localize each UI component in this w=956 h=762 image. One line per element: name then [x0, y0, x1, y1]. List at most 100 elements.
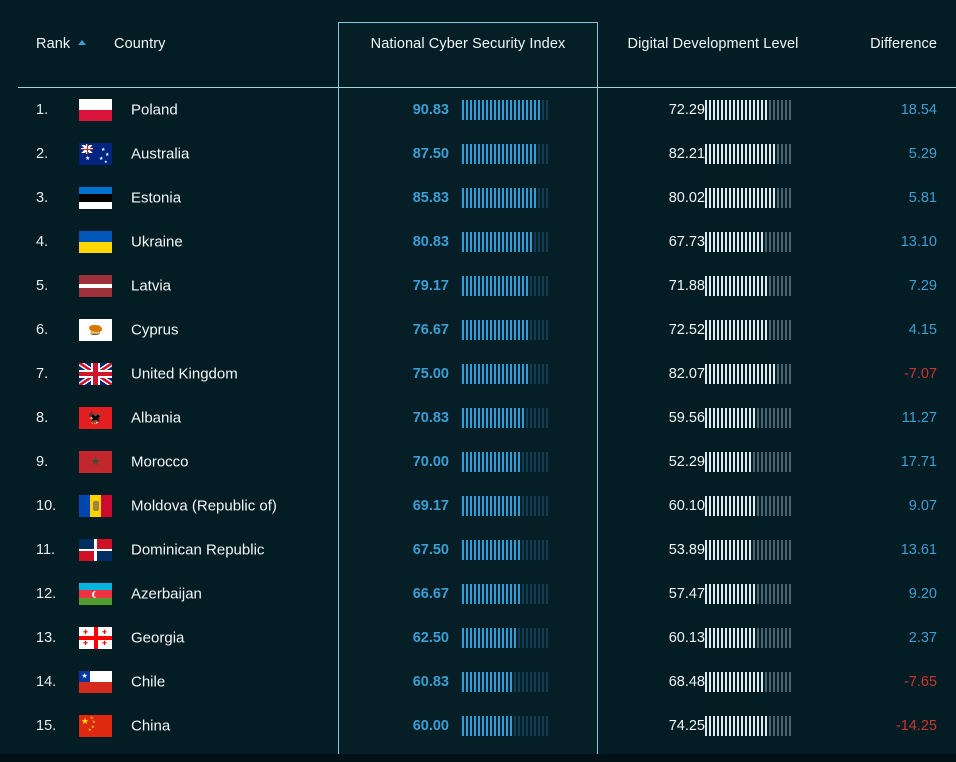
country-name[interactable]: Georgia [131, 630, 184, 647]
table-row[interactable]: 15. ★ ★ ★ ★ ★ China 60.00 74.25 -14.25 [0, 704, 956, 748]
ncsi-value: 85.83 [412, 190, 449, 206]
ddl-bar [705, 232, 791, 252]
ncsi-bar [462, 276, 548, 296]
column-header-country[interactable]: Country [114, 36, 165, 52]
flag-poland-icon [79, 99, 112, 121]
column-header-rank-label: Rank [36, 36, 71, 52]
ddl-bar [705, 716, 791, 736]
table-row[interactable]: 12. Azerbaijan 66.67 57.47 9.20 [0, 572, 956, 616]
ncsi-value: 79.17 [412, 278, 449, 294]
country-name[interactable]: Azerbaijan [131, 586, 202, 603]
ncsi-bar [462, 452, 548, 472]
table-row[interactable]: 5. Latvia 79.17 71.88 7.29 [0, 264, 956, 308]
ddl-value: 72.29 [668, 102, 705, 118]
country-name[interactable]: Chile [131, 674, 165, 691]
ddl-value: 68.48 [668, 674, 705, 690]
column-header-difference[interactable]: Difference [829, 36, 937, 52]
ddl-value: 74.25 [668, 718, 705, 734]
rank-value: 14. [36, 674, 57, 690]
column-header-rank[interactable]: Rank [36, 36, 87, 52]
country-name[interactable]: Cyprus [131, 322, 179, 339]
difference-value: 7.29 [908, 278, 937, 294]
column-header-ncsi[interactable]: National Cyber Security Index [338, 36, 598, 52]
ncsi-value: 60.83 [412, 674, 449, 690]
ncsi-value: 70.00 [412, 454, 449, 470]
country-name[interactable]: Morocco [131, 454, 189, 471]
country-name[interactable]: Australia [131, 146, 189, 163]
rank-value: 8. [36, 410, 49, 426]
difference-value: 5.29 [908, 146, 937, 162]
rank-value: 5. [36, 278, 49, 294]
ddl-value: 57.47 [668, 586, 705, 602]
ncsi-bar [462, 628, 548, 648]
flag-australia-icon: ★ ★ ★ ★ ★ [79, 143, 112, 165]
flag-dominican-republic-icon [79, 539, 112, 561]
ddl-value: 60.10 [668, 498, 705, 514]
country-name[interactable]: Poland [131, 102, 178, 119]
country-name[interactable]: United Kingdom [131, 366, 238, 383]
table-row[interactable]: 13. ✚ ✚ ✚ ✚ Georgia 62.50 60.13 2.37 [0, 616, 956, 660]
ncsi-value: 69.17 [412, 498, 449, 514]
ncsi-bar [462, 408, 548, 428]
country-name[interactable]: Dominican Republic [131, 542, 264, 559]
country-name[interactable]: Albania [131, 410, 181, 427]
table-row[interactable]: 6. ▧ Cyprus 76.67 72.52 4.15 [0, 308, 956, 352]
rank-value: 4. [36, 234, 49, 250]
flag-moldova-icon [79, 495, 112, 517]
ncsi-bar [462, 188, 548, 208]
table-row[interactable]: 4. Ukraine 80.83 67.73 13.10 [0, 220, 956, 264]
ncsi-bar [462, 496, 548, 516]
ddl-bar [705, 144, 791, 164]
rank-value: 7. [36, 366, 49, 382]
flag-china-icon: ★ ★ ★ ★ ★ [79, 715, 112, 737]
ddl-bar [705, 364, 791, 384]
ncsi-bar [462, 144, 548, 164]
ncsi-value: 87.50 [412, 146, 449, 162]
table-row[interactable]: 9. ✭ Morocco 70.00 52.29 17.71 [0, 440, 956, 484]
difference-value: 17.71 [900, 454, 937, 470]
ddl-value: 72.52 [668, 322, 705, 338]
table-row[interactable]: 2. ★ ★ ★ ★ ★ Australia 87.50 82.21 5.29 [0, 132, 956, 176]
sort-ascending-icon[interactable] [78, 40, 87, 45]
difference-value: 11.27 [901, 410, 937, 426]
country-name[interactable]: China [131, 718, 170, 735]
ncsi-ranking-table: Rank Country National Cyber Security Ind… [0, 0, 956, 762]
country-name[interactable]: Ukraine [131, 234, 183, 251]
ncsi-bar [462, 100, 548, 120]
ddl-value: 67.73 [668, 234, 705, 250]
table-row[interactable]: 7. United Kingdom 75.00 82.07 -7.07 [0, 352, 956, 396]
table-row[interactable]: 14. ★ Chile 60.83 68.48 -7.65 [0, 660, 956, 704]
table-row[interactable]: 10. Moldova (Republic of) 69.17 60.10 9.… [0, 484, 956, 528]
ddl-bar [705, 320, 791, 340]
ddl-bar [705, 100, 791, 120]
country-name[interactable]: Moldova (Republic of) [131, 498, 277, 515]
country-name[interactable]: Estonia [131, 190, 181, 207]
table-row[interactable]: 8. 🦅 Albania 70.83 59.56 11.27 [0, 396, 956, 440]
rank-value: 3. [36, 190, 49, 206]
ddl-value: 80.02 [668, 190, 705, 206]
rank-value: 6. [36, 322, 49, 338]
ddl-bar [705, 276, 791, 296]
flag-estonia-icon [79, 187, 112, 209]
table-row[interactable]: 3. Estonia 85.83 80.02 5.81 [0, 176, 956, 220]
ddl-bar [705, 672, 791, 692]
ncsi-value: 90.83 [412, 102, 449, 118]
ddl-value: 59.56 [668, 410, 705, 426]
footer-strip [0, 754, 956, 762]
ddl-bar [705, 188, 791, 208]
rank-value: 11. [36, 542, 56, 558]
difference-value: 9.07 [908, 498, 937, 514]
table-row[interactable]: 11. Dominican Republic 67.50 53.89 13.61 [0, 528, 956, 572]
difference-value: -14.25 [895, 718, 937, 734]
ncsi-value: 67.50 [412, 542, 449, 558]
ncsi-bar [462, 320, 548, 340]
rank-value: 9. [36, 454, 49, 470]
rank-value: 2. [36, 146, 49, 162]
ncsi-bar [462, 232, 548, 252]
table-row[interactable]: 1. Poland 90.83 72.29 18.54 [0, 88, 956, 132]
difference-value: -7.65 [903, 674, 937, 690]
country-name[interactable]: Latvia [131, 278, 171, 295]
column-header-ddl[interactable]: Digital Development Level [597, 36, 829, 52]
ddl-value: 82.07 [668, 366, 705, 382]
flag-morocco-icon: ✭ [79, 451, 112, 473]
